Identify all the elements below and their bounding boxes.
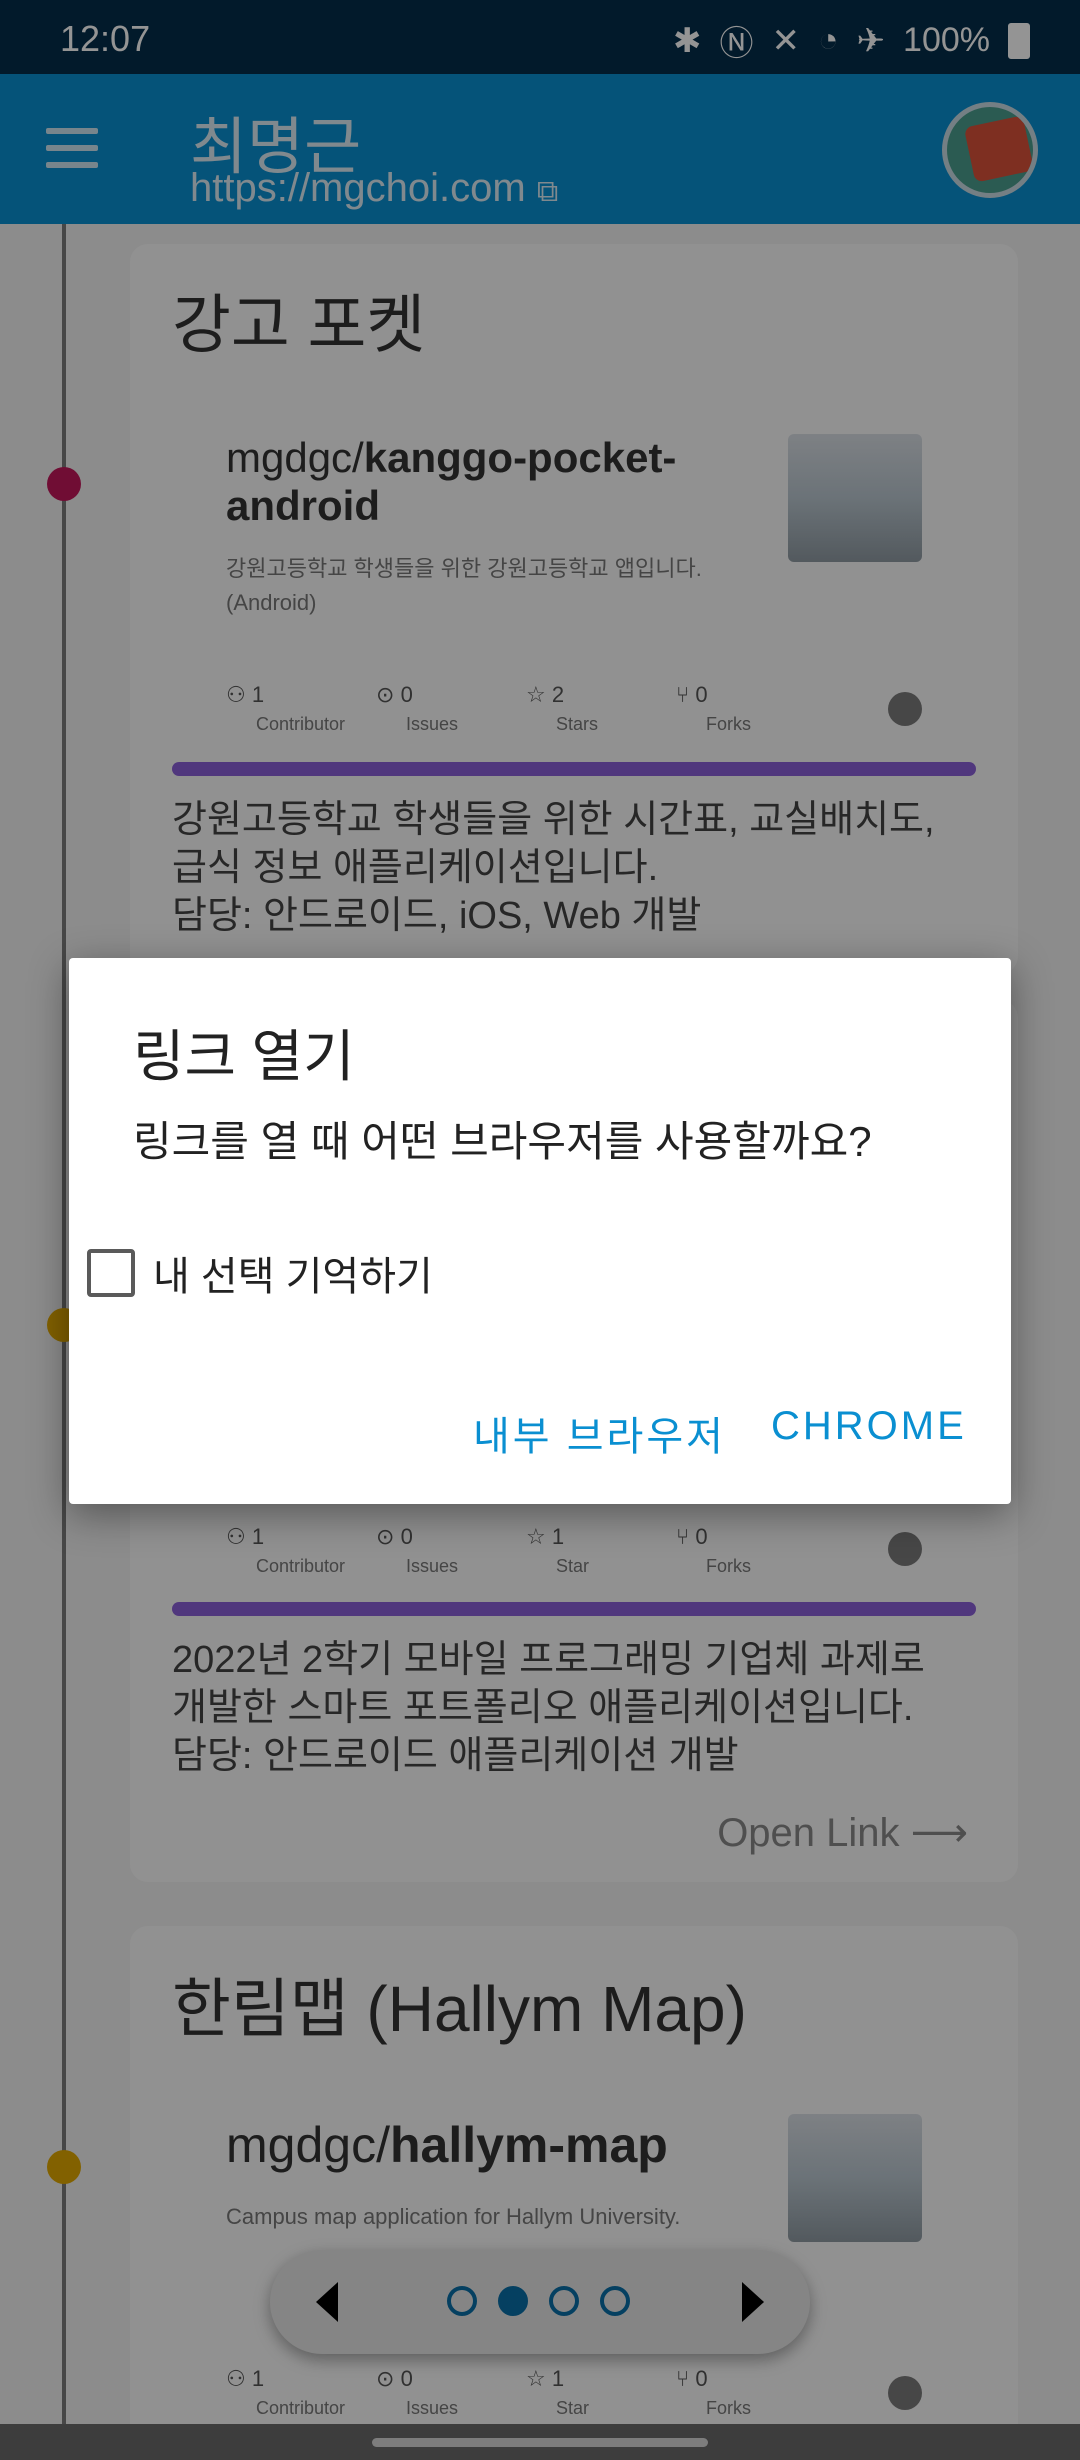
internal-browser-button[interactable]: 내부 브라우저 [473,1404,726,1462]
remember-choice-checkbox[interactable]: 내 선택 기억하기 [87,1244,433,1302]
checkbox-label: 내 선택 기억하기 [153,1255,433,1299]
dialog-title: 링크 열기 [133,1025,355,1088]
open-link-dialog: 링크 열기 링크를 열 때 어떤 브라우저를 사용할까요? 내 선택 기억하기 … [69,958,1011,1504]
chrome-button[interactable]: CHROME [771,1404,967,1449]
checkbox-box[interactable] [87,1249,135,1297]
dialog-message: 링크를 열 때 어떤 브라우저를 사용할까요? [133,1118,872,1165]
